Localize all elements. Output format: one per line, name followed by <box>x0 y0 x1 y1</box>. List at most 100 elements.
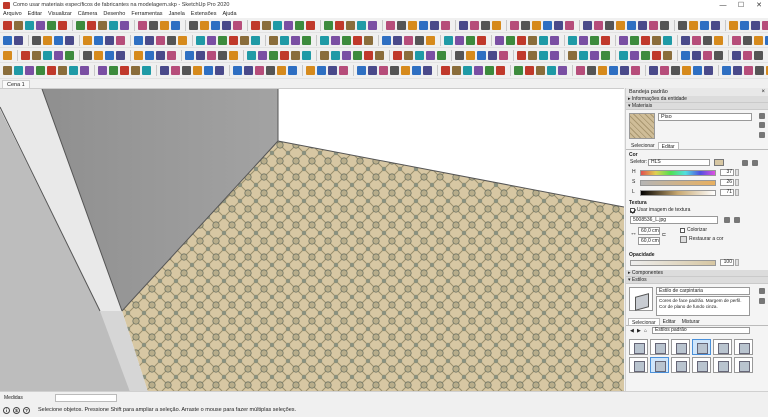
toolbar-tool-icon[interactable] <box>335 20 344 30</box>
toolbar-tool-icon[interactable] <box>196 50 205 60</box>
toolbar-tool-icon[interactable] <box>306 66 315 75</box>
tray-close-icon[interactable]: × <box>761 88 768 96</box>
toolbar-tool-icon[interactable] <box>317 66 326 75</box>
toolbar-tool-icon[interactable] <box>426 35 435 45</box>
toolbar-tool-icon[interactable] <box>441 20 450 30</box>
opacity-slider[interactable] <box>630 260 716 266</box>
style-collection-select[interactable]: Estilos padrão <box>652 327 750 334</box>
toolbar-tool-icon[interactable] <box>94 50 103 60</box>
toolbar-tool-icon[interactable] <box>207 50 216 60</box>
toolbar-tool-icon[interactable] <box>229 50 238 60</box>
colorize-checkbox[interactable] <box>680 228 685 233</box>
toolbar-tool-icon[interactable] <box>682 66 691 75</box>
toolbar-tool-icon[interactable] <box>229 35 238 45</box>
toolbar-tool-icon[interactable] <box>284 20 293 30</box>
toolbar-tool-icon[interactable] <box>463 66 472 75</box>
toolbar-tool-icon[interactable] <box>528 35 537 45</box>
toolbar-tool-icon[interactable] <box>14 20 23 30</box>
close-button[interactable]: ✕ <box>750 0 768 10</box>
toolbar-tool-icon[interactable] <box>295 20 304 30</box>
toolbar-tool-icon[interactable] <box>160 20 169 30</box>
toolbar-tool-icon[interactable] <box>568 50 577 60</box>
toolbar-tool-icon[interactable] <box>244 66 253 75</box>
toolbar-tool-icon[interactable] <box>732 50 741 60</box>
toolbar-tool-icon[interactable] <box>368 66 377 75</box>
toolbar-tool-icon[interactable] <box>652 35 661 45</box>
toolbar-tool-icon[interactable] <box>54 50 63 60</box>
toolbar-tool-icon[interactable] <box>652 50 661 60</box>
update-style-icon[interactable] <box>759 298 765 304</box>
toolbar-tool-icon[interactable] <box>616 20 625 30</box>
toolbar-tool-icon[interactable] <box>506 35 515 45</box>
toolbar-tool-icon[interactable] <box>302 35 311 45</box>
toolbar-tool-icon[interactable] <box>364 35 373 45</box>
toolbar-tool-icon[interactable] <box>196 35 205 45</box>
toolbar-tool-icon[interactable] <box>619 35 628 45</box>
toolbar-tool-icon[interactable] <box>3 66 12 75</box>
toolbar-tool-icon[interactable] <box>200 20 209 30</box>
toolbar-tool-icon[interactable] <box>601 35 610 45</box>
toolbar-tool-icon[interactable] <box>262 20 271 30</box>
toolbar-tool-icon[interactable] <box>692 35 701 45</box>
toolbar-tool-icon[interactable] <box>711 20 720 30</box>
materials-section[interactable]: ▾ Materiais <box>626 103 768 110</box>
l-input[interactable]: 71 <box>720 189 734 196</box>
toolbar-tool-icon[interactable] <box>514 66 523 75</box>
lightness-slider[interactable] <box>640 190 716 196</box>
style-thumb[interactable] <box>734 357 753 373</box>
style-thumb[interactable] <box>671 339 690 355</box>
toolbar-tool-icon[interactable] <box>291 50 300 60</box>
texture-file-input[interactable]: 5008536_L.jpg <box>630 216 718 224</box>
toolbar-tool-icon[interactable] <box>105 50 114 60</box>
toolbar-tool-icon[interactable] <box>627 20 636 30</box>
toolbar-tool-icon[interactable] <box>386 20 395 30</box>
toolbar-tool-icon[interactable] <box>204 66 213 75</box>
toolbar-tool-icon[interactable] <box>145 35 154 45</box>
help-icon[interactable]: ? <box>23 406 30 414</box>
toolbar-tool-icon[interactable] <box>415 35 424 45</box>
match-screen-color-icon[interactable] <box>752 160 758 166</box>
use-texture-checkbox[interactable] <box>630 208 635 213</box>
toolbar-tool-icon[interactable] <box>598 66 607 75</box>
toolbar-tool-icon[interactable] <box>14 66 23 75</box>
toolbar-tool-icon[interactable] <box>455 35 464 45</box>
toolbar-tool-icon[interactable] <box>36 66 45 75</box>
create-style-icon[interactable] <box>759 288 765 294</box>
toolbar-tool-icon[interactable] <box>743 35 752 45</box>
sample-paint-icon[interactable] <box>759 132 765 138</box>
toolbar-tool-icon[interactable] <box>357 66 366 75</box>
credits-icon[interactable]: $ <box>13 406 20 414</box>
toolbar-tool-icon[interactable] <box>485 66 494 75</box>
toolbar-tool-icon[interactable] <box>609 66 618 75</box>
toolbar-tool-icon[interactable] <box>412 66 421 75</box>
toolbar-tool-icon[interactable] <box>269 50 278 60</box>
toolbar-tool-icon[interactable] <box>138 20 147 30</box>
toolbar-tool-icon[interactable] <box>353 50 362 60</box>
toolbar-tool-icon[interactable] <box>269 35 278 45</box>
toolbar-tool-icon[interactable] <box>660 20 669 30</box>
toolbar-tool-icon[interactable] <box>671 66 680 75</box>
toolbar-tool-icon[interactable] <box>681 35 690 45</box>
toolbar-tool-icon[interactable] <box>700 20 709 30</box>
toolbar-tool-icon[interactable] <box>353 35 362 45</box>
texture-height-input[interactable]: 60,0 cm <box>638 237 660 245</box>
toolbar-tool-icon[interactable] <box>630 35 639 45</box>
toolbar-tool-icon[interactable] <box>302 50 311 60</box>
toolbar-tool-icon[interactable] <box>740 20 749 30</box>
style-thumb[interactable] <box>629 339 648 355</box>
toolbar-tool-icon[interactable] <box>116 50 125 60</box>
toolbar-tool-icon[interactable] <box>528 50 537 60</box>
l-spinner[interactable] <box>735 189 739 196</box>
toolbar-tool-icon[interactable] <box>404 50 413 60</box>
toolbar-tool-icon[interactable] <box>605 20 614 30</box>
toolbar-tool-icon[interactable] <box>134 35 143 45</box>
toolbar-tool-icon[interactable] <box>3 20 12 30</box>
minimize-button[interactable]: — <box>714 0 732 10</box>
match-model-color-icon[interactable] <box>742 160 748 166</box>
toolbar-tool-icon[interactable] <box>521 20 530 30</box>
toolbar-tool-icon[interactable] <box>744 66 753 75</box>
toolbar-tool-icon[interactable] <box>14 35 23 45</box>
toolbar-tool-icon[interactable] <box>193 66 202 75</box>
toolbar-tool-icon[interactable] <box>590 50 599 60</box>
menu-camera[interactable]: Câmera <box>78 11 98 17</box>
